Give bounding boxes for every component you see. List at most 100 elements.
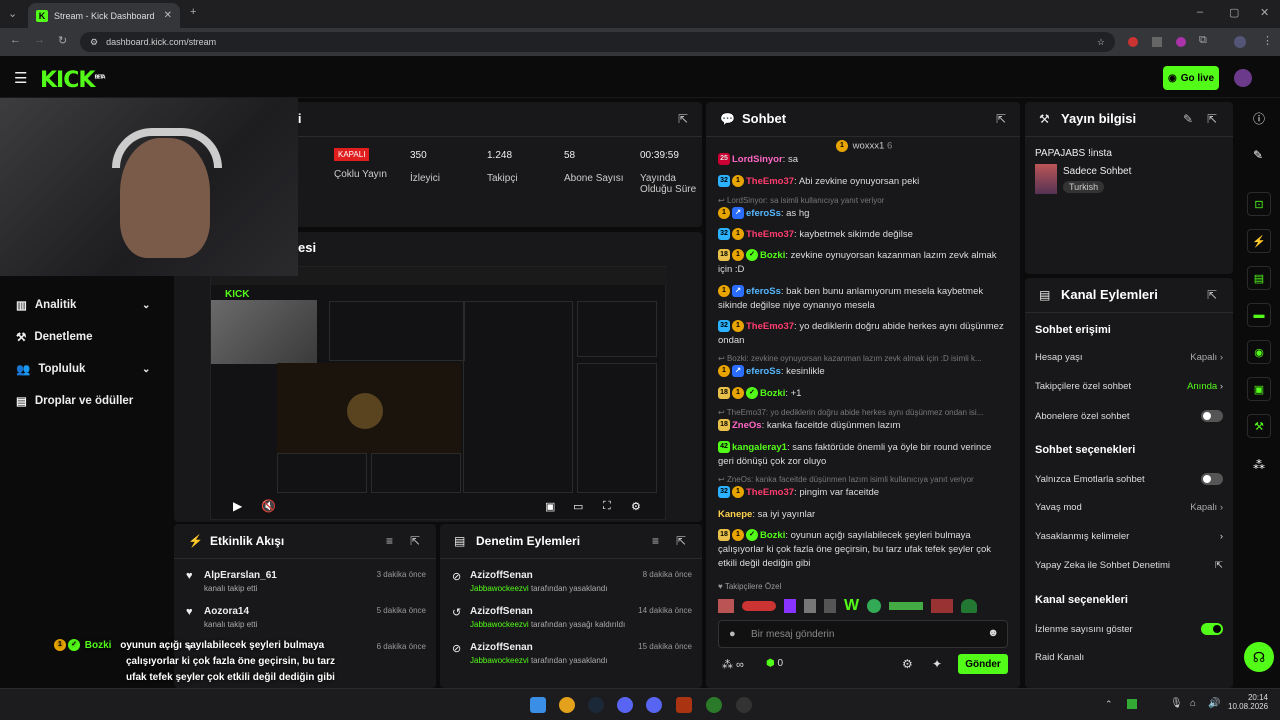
emote-icon[interactable]: W [844, 597, 859, 615]
channel-points[interactable]: ⬢ 0 [766, 658, 783, 669]
browser-menu-icon[interactable]: ⋮ [1262, 34, 1273, 47]
back-icon[interactable]: ← [10, 34, 21, 46]
wrench-widget-icon[interactable]: ⚒ [1247, 414, 1271, 438]
emote-icon[interactable] [718, 599, 734, 613]
bookmark-star-icon[interactable]: ☆ [1097, 37, 1105, 48]
discord-icon[interactable] [617, 697, 633, 713]
go-live-button[interactable]: ◉ Go live [1163, 66, 1219, 90]
lightning-widget-icon[interactable]: ⚡ [1247, 229, 1271, 253]
chat-users-icon[interactable]: ⁂ ∞ [722, 658, 744, 671]
stats-widget-icon[interactable]: ⊡ [1247, 192, 1271, 216]
send-button[interactable]: Gönder [958, 654, 1008, 674]
pencil-icon[interactable]: ✎ [1253, 148, 1263, 162]
pip-icon[interactable]: ▣ [545, 500, 555, 513]
window-close-icon[interactable]: ✕ [1260, 6, 1269, 19]
extension-icon[interactable] [1176, 37, 1186, 47]
sidebar-item-topluluk[interactable]: 👥 Topluluk ⌄ [16, 362, 150, 376]
sidebar-item-analitik[interactable]: ▥ Analitik ⌄ [16, 298, 150, 312]
volume-icon[interactable]: 🔊 [1208, 698, 1220, 709]
chat-settings-icon[interactable]: ⚙ [902, 657, 913, 671]
tab-menu-icon[interactable]: ⌄ [8, 7, 17, 20]
filter-icon[interactable]: ≡ [652, 534, 659, 548]
setting-banned-words[interactable]: Yasaklanmış kelimeler › [1035, 531, 1223, 542]
multistream-label: Çoklu Yayın [334, 169, 387, 180]
settings-icon[interactable]: ⚙ [631, 500, 641, 513]
fullscreen-icon[interactable]: ⛶ [603, 500, 611, 513]
moderation-panel: ▤ Denetim Eylemleri ≡ ⇱ ⊘ AzizoffSenan J… [440, 524, 702, 688]
stream-video-preview[interactable]: KICK ▶ 🔇 ▣ ▭ ⛶ ⚙ [210, 266, 667, 520]
emote-icon[interactable] [804, 599, 816, 613]
edit-icon[interactable]: ✎ [1183, 112, 1193, 126]
popout-icon[interactable]: ⇱ [1207, 112, 1217, 126]
microphone-icon[interactable]: 🎙 [1170, 698, 1183, 709]
chat-mod-icon[interactable]: ✦ [932, 657, 942, 671]
emote-icon[interactable] [867, 599, 882, 613]
setting-followers-only[interactable]: Takipçilere özel sohbet Anında › [1035, 381, 1223, 392]
network-icon[interactable]: ⌂ [1190, 698, 1196, 709]
xbox-icon[interactable] [706, 697, 722, 713]
valorant-icon[interactable] [676, 697, 692, 713]
actions-widget-icon[interactable]: ▣ [1247, 377, 1271, 401]
emote-icon[interactable] [931, 599, 954, 613]
tab-close-icon[interactable]: ✕ [164, 10, 172, 21]
hamburger-menu-icon[interactable]: ☰ [14, 69, 27, 87]
emote-icon[interactable] [824, 599, 836, 613]
popout-icon[interactable]: ⇱ [996, 112, 1006, 126]
extension-icon[interactable] [1152, 37, 1162, 47]
tray-chevron-icon[interactable]: ⌃ [1105, 699, 1113, 710]
obs-icon[interactable] [736, 697, 752, 713]
popout-icon[interactable]: ⇱ [676, 534, 686, 548]
setting-ai-moderation[interactable]: Yapay Zeka ile Sohbet Denetimi ⇱ [1035, 560, 1223, 571]
user-avatar[interactable] [1234, 69, 1252, 87]
info-icon[interactable]: ⓘ [1253, 110, 1265, 127]
filter-icon[interactable]: ≡ [386, 534, 393, 548]
emoji-icon[interactable]: ☻ [987, 627, 999, 639]
chat-message: 42 kangaleray1: sans faktörüde önemli ya … [718, 441, 992, 467]
maximize-icon[interactable]: ▢ [1229, 6, 1239, 19]
extensions-puzzle-icon[interactable]: ⧉ [1199, 34, 1207, 47]
apps-icon[interactable]: ⁂ [1253, 458, 1265, 472]
browser-tab[interactable]: K Stream - Kick Dashboard ✕ [28, 3, 180, 28]
forward-icon[interactable]: → [34, 34, 45, 46]
new-tab-icon[interactable]: + [190, 6, 196, 18]
start-icon[interactable] [530, 697, 546, 713]
chat-widget-icon[interactable]: ▬ [1247, 303, 1271, 327]
emote-icon[interactable] [889, 602, 924, 610]
discord-icon[interactable] [646, 697, 662, 713]
subscribers-only-toggle[interactable] [1201, 410, 1223, 422]
emote-icon[interactable] [961, 599, 978, 613]
chat-input[interactable]: ● Bir mesaj gönderin ☻ [718, 620, 1008, 648]
address-bar[interactable]: ⚙ dashboard.kick.com/stream ☆ [80, 32, 1115, 52]
mute-icon[interactable]: 🔇 [261, 499, 276, 513]
sidebar-item-droplar[interactable]: ▤ Droplar ve ödüller [16, 394, 133, 408]
site-info-icon[interactable]: ⚙ [90, 37, 98, 48]
viewcount-toggle[interactable] [1201, 623, 1223, 635]
play-icon[interactable]: ▶ [233, 499, 242, 513]
tray-app-icon[interactable] [1127, 699, 1137, 709]
chrome-icon[interactable] [559, 697, 575, 713]
setting-raid-channel[interactable]: Raid Kanalı [1035, 652, 1223, 663]
setting-account-age[interactable]: Hesap yaşı Kapalı › [1035, 352, 1223, 363]
pinned-user[interactable]: 1 woxxx1 6 [836, 140, 892, 152]
emote-icon[interactable] [784, 599, 796, 613]
reload-icon[interactable]: ↻ [58, 34, 67, 47]
emote-icon[interactable] [742, 601, 776, 611]
support-headset-icon[interactable]: ☊ [1244, 642, 1274, 672]
setting-slow-mode[interactable]: Yavaş mod Kapalı › [1035, 502, 1223, 513]
theater-icon[interactable]: ▭ [573, 500, 583, 513]
popout-icon[interactable]: ⇱ [410, 534, 420, 548]
sidebar-item-denetleme[interactable]: ⚒ Denetleme [16, 330, 92, 344]
kick-logo[interactable]: KICKBETA [40, 68, 106, 93]
steam-icon[interactable] [588, 697, 604, 713]
clipboard-widget-icon[interactable]: ▤ [1247, 266, 1271, 290]
broadcast-widget-icon[interactable]: ◉ [1247, 340, 1271, 364]
chat-title: Sohbet [742, 111, 787, 126]
stream-category[interactable]: Sadece Sohbet [1063, 166, 1131, 177]
extension-icon[interactable] [1128, 37, 1138, 47]
emote-only-toggle[interactable] [1201, 473, 1223, 485]
profile-icon[interactable] [1234, 36, 1246, 48]
popout-icon[interactable]: ⇱ [678, 112, 688, 126]
clock[interactable]: 20:14 10.08.2026 [1228, 693, 1268, 711]
minimize-icon[interactable]: – [1197, 6, 1203, 18]
popout-icon[interactable]: ⇱ [1207, 288, 1217, 302]
